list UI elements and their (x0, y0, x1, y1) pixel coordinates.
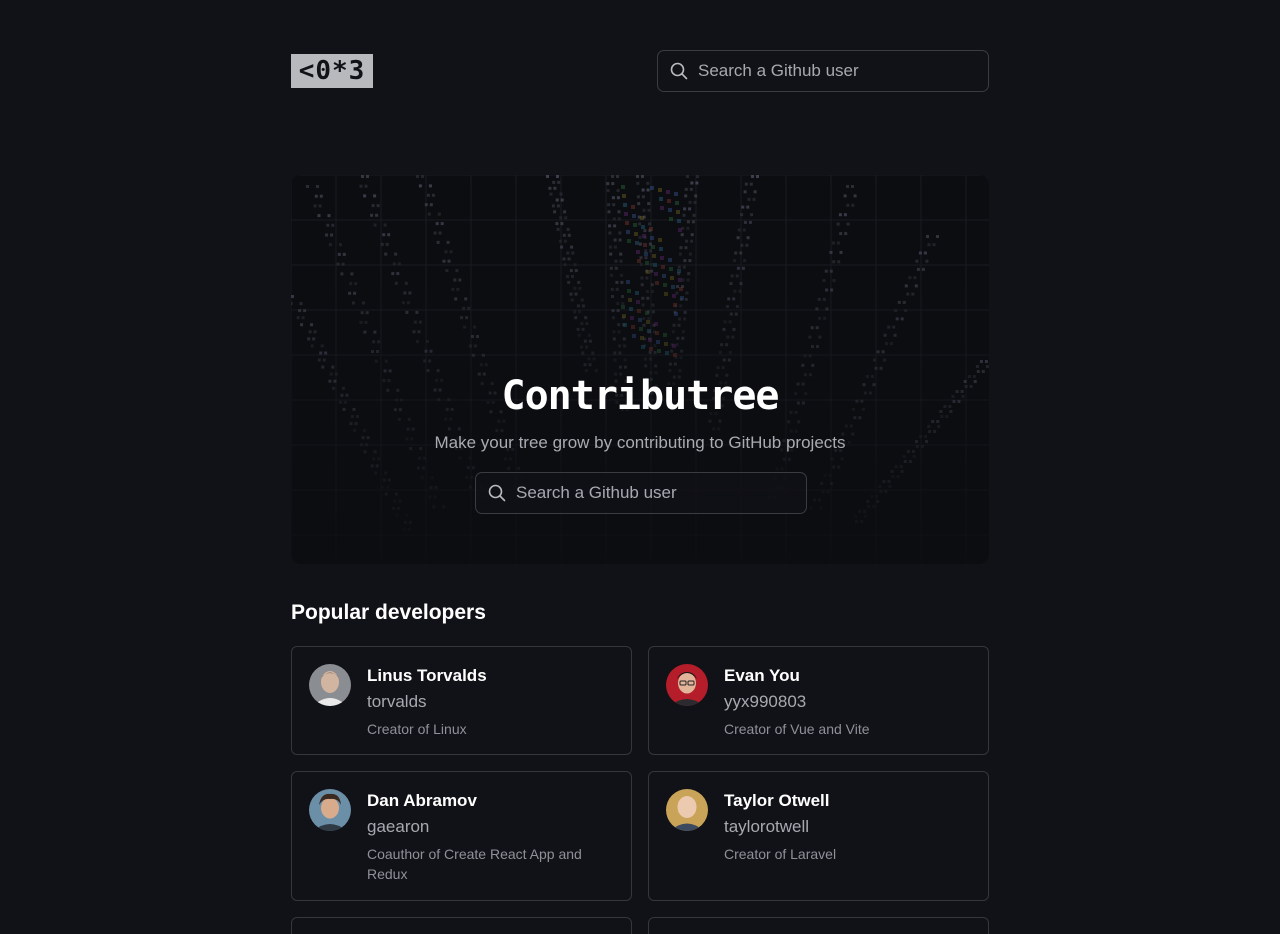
avatar (666, 664, 708, 706)
developer-card[interactable]: Linus Torvalds torvalds Creator of Linux (291, 646, 632, 755)
search-icon (670, 62, 688, 80)
developer-name: Taylor Otwell (724, 791, 830, 810)
avatar (666, 789, 708, 831)
developer-card[interactable]: Taylor Otwell taylorotwell Creator of La… (648, 771, 989, 901)
developer-card[interactable]: Evan You yyx990803 Creator of Vue and Vi… (648, 646, 989, 755)
developer-name: Evan You (724, 666, 800, 685)
developer-card[interactable] (291, 917, 632, 934)
logo[interactable]: <0*3 (291, 54, 373, 88)
hero-banner: Contributree Make your tree grow by cont… (291, 175, 989, 564)
developer-description: Coauthor of Create React App and Redux (367, 846, 582, 882)
developer-name: Dan Abramov (367, 791, 477, 810)
developer-description: Creator of Laravel (724, 846, 837, 862)
avatar (309, 664, 351, 706)
search-icon (488, 484, 506, 502)
developer-card[interactable]: Dan Abramov gaearon Coauthor of Create R… (291, 771, 632, 901)
developer-description: Creator of Linux (367, 721, 467, 737)
hero-search-box[interactable] (475, 472, 807, 514)
developer-description: Creator of Vue and Vite (724, 721, 870, 737)
hero-title: Contributree (501, 373, 780, 419)
developer-handle: yyx990803 (724, 692, 807, 711)
header-search-box[interactable] (657, 50, 989, 92)
section-title: Popular developers (291, 601, 486, 624)
developer-handle: taylorotwell (724, 817, 810, 836)
hero-subtitle: Make your tree grow by contributing to G… (434, 433, 846, 452)
hero-search-input[interactable] (506, 473, 806, 513)
page: <0*3 Contributree Make your tree grow by… (0, 0, 1280, 934)
developer-card[interactable] (648, 917, 989, 934)
developer-name: Linus Torvalds (367, 666, 487, 685)
developer-handle: torvalds (367, 692, 427, 711)
avatar (309, 789, 351, 831)
header-search-input[interactable] (688, 51, 988, 91)
developer-handle: gaearon (367, 817, 430, 836)
